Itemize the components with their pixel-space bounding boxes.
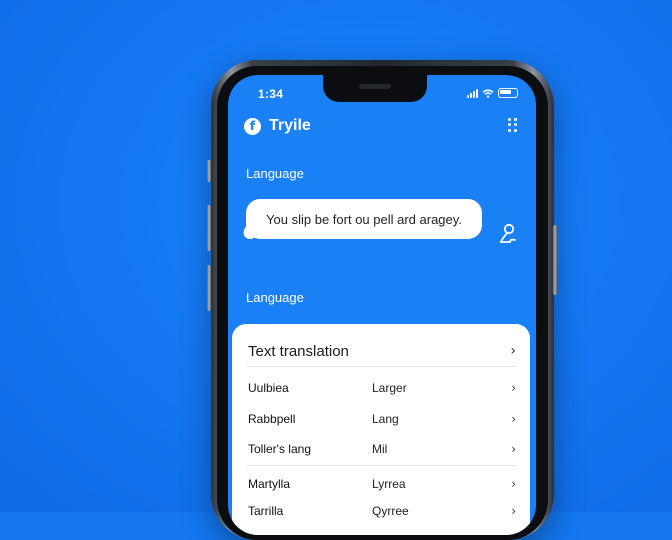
list-item-value: Larger — [372, 381, 407, 395]
list-item-name: Tarrilla — [248, 504, 284, 518]
divider — [246, 366, 516, 367]
status-icons — [467, 88, 518, 98]
message-bubble[interactable]: You slip be fort ou pell ard aragey. — [246, 199, 482, 239]
list-item[interactable]: Uulbiea Larger › — [248, 377, 516, 399]
status-time: 1:34 — [258, 87, 284, 101]
speaker — [359, 84, 391, 89]
translation-card: Text translation › Uulbiea Larger › Rabb… — [232, 324, 530, 535]
notch — [323, 75, 427, 102]
volume-down-button — [207, 265, 211, 311]
voice-input-icon[interactable] — [498, 223, 518, 245]
battery-icon — [498, 88, 518, 98]
mute-switch — [207, 160, 211, 182]
list-item[interactable]: Rabbpell Lang › — [248, 408, 516, 430]
list-item-name: Rabbpell — [248, 412, 296, 426]
divider — [246, 465, 516, 466]
app-title: Tryile — [269, 117, 311, 134]
chevron-right-icon: › — [511, 381, 516, 395]
list-item[interactable]: Martylla Lyrrea › — [248, 473, 516, 495]
chevron-right-icon: › — [511, 504, 516, 518]
more-options-icon[interactable] — [508, 118, 518, 132]
wifi-icon — [482, 89, 494, 98]
list-item-value: Lyrrea — [372, 477, 406, 491]
list-item-value: Mil — [372, 442, 388, 456]
chevron-right-icon: › — [510, 343, 516, 359]
power-button — [553, 225, 557, 295]
text-translation-row[interactable]: Text translation › — [248, 338, 516, 364]
volume-up-button — [207, 205, 211, 251]
language-label: Language — [246, 166, 304, 181]
chevron-right-icon: › — [511, 477, 516, 491]
signal-icon — [467, 89, 478, 98]
list-item-name: Toller's lang — [248, 442, 311, 456]
message-text: You slip be fort ou pell ard aragey. — [266, 211, 462, 227]
phone-screen: 1:34 f Tryile Language You slip be fort … — [228, 75, 536, 535]
list-item[interactable]: Tarrilla Qyrree › — [248, 500, 516, 522]
app-logo-icon: f — [244, 117, 261, 135]
card-title: Text translation — [248, 342, 349, 360]
language-label-secondary: Language — [246, 290, 304, 305]
list-item-value: Lang — [372, 412, 399, 426]
chevron-right-icon: › — [511, 442, 516, 456]
list-item-name: Martylla — [248, 477, 291, 491]
chevron-right-icon: › — [511, 412, 516, 426]
list-item-name: Uulbiea — [248, 381, 289, 395]
app-header: f Tryile — [244, 117, 311, 135]
list-item[interactable]: Toller's lang Mil › — [248, 438, 516, 460]
list-item-value: Qyrree — [372, 504, 409, 518]
